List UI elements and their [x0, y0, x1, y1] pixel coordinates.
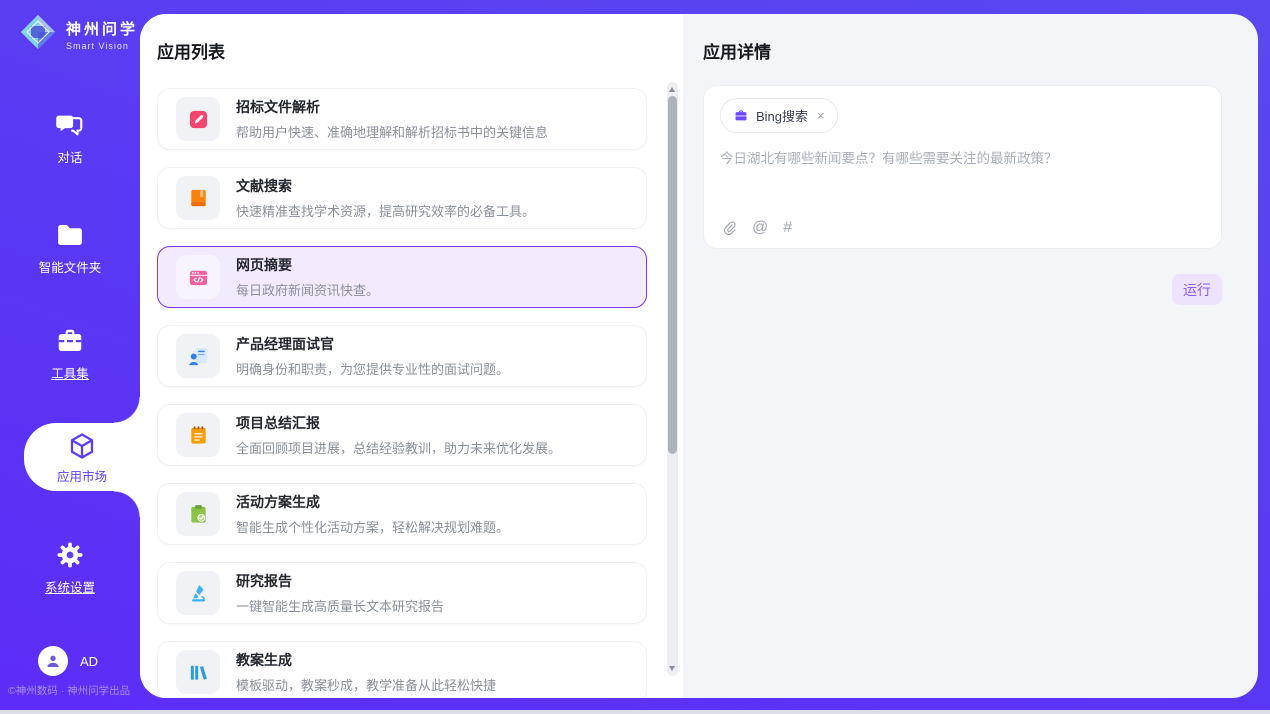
tag-close-icon[interactable]: × [817, 108, 825, 123]
sidebar: 神州问学 Smart Vision 对话 智能文件夹 [0, 0, 140, 710]
browser-code-icon [176, 255, 220, 299]
app-card-desc: 智能生成个性化活动方案，轻松解决规划难题。 [236, 517, 509, 536]
interviewer-icon [176, 334, 220, 378]
app-card-title: 教案生成 [236, 650, 496, 670]
notepad-icon [176, 413, 220, 457]
app-card-project-summary[interactable]: 项目总结汇报 全面回顾项目进展，总结经验教训，助力未来优化发展。 [157, 404, 647, 466]
app-card-desc: 模板驱动，教案秒成，教学准备从此轻松快捷 [236, 675, 496, 694]
app-list-panel: 应用列表 招标文件解析 帮助用户快速、准确地理解和解析招标书中的关键信息 [140, 14, 683, 698]
cube-icon [67, 431, 97, 461]
logo-gem-icon [18, 12, 58, 57]
app-card-title: 产品经理面试官 [236, 334, 509, 354]
avatar [38, 646, 68, 676]
app-card-desc: 快速精准查找学术资源，提高研究效率的必备工具。 [236, 201, 535, 220]
scroll-down-icon[interactable] [669, 666, 675, 671]
scroll-up-icon[interactable] [669, 87, 675, 92]
briefcase-icon [733, 108, 749, 124]
attachment-icon[interactable] [721, 219, 737, 236]
chat-icon [55, 110, 85, 140]
app-card-desc: 明确身份和职责，为您提供专业性的面试问题。 [236, 359, 509, 378]
app-card-literature-search[interactable]: 文献搜索 快速精准查找学术资源，提高研究效率的必备工具。 [157, 167, 647, 229]
window-bottom-edge [0, 710, 1270, 714]
sidebar-item-app-market[interactable]: 应用市场 [24, 423, 140, 491]
sidebar-item-smart-folder[interactable]: 智能文件夹 [0, 220, 140, 277]
mention-icon[interactable]: @ [752, 220, 768, 236]
app-detail-panel: 应用详情 Bing搜索 × @ [683, 14, 1258, 698]
sidebar-item-settings[interactable]: 系统设置 [0, 540, 140, 597]
hashtag-icon[interactable]: # [783, 220, 792, 236]
app-card-web-summary[interactable]: 网页摘要 每日政府新闻资讯快查。 [157, 246, 647, 308]
book-icon [176, 176, 220, 220]
app-card-lesson-plan[interactable]: 教案生成 模板驱动，教案秒成，教学准备从此轻松快捷 [157, 641, 647, 698]
copyright-footer: ©神州数码 · 神州问学出品 [8, 683, 130, 698]
sidebar-item-toolbox[interactable]: 工具集 [0, 326, 140, 383]
folder-icon [55, 220, 85, 250]
app-card-title: 招标文件解析 [236, 97, 548, 117]
main-container: 应用列表 招标文件解析 帮助用户快速、准确地理解和解析招标书中的关键信息 [140, 14, 1258, 698]
prompt-composer: Bing搜索 × @ # [703, 85, 1222, 249]
app-card-title: 文献搜索 [236, 176, 535, 196]
app-card-desc: 全面回顾项目进展，总结经验教训，助力未来优化发展。 [236, 438, 561, 457]
tool-tag-label: Bing搜索 [756, 106, 808, 125]
app-subtitle: Smart Vision [66, 41, 138, 51]
composer-toolbar: @ # [721, 219, 792, 236]
app-card-list: 招标文件解析 帮助用户快速、准确地理解和解析招标书中的关键信息 文献搜索 快速精… [157, 88, 647, 698]
app-card-research-report[interactable]: 研究报告 一键智能生成高质量长文本研究报告 [157, 562, 647, 624]
app-detail-title: 应用详情 [703, 38, 1222, 63]
app-card-event-plan[interactable]: 活动方案生成 智能生成个性化活动方案，轻松解决规划难题。 [157, 483, 647, 545]
app-card-desc: 每日政府新闻资讯快查。 [236, 280, 379, 299]
clipboard-check-icon [176, 492, 220, 536]
app-card-bid-analysis[interactable]: 招标文件解析 帮助用户快速、准确地理解和解析招标书中的关键信息 [157, 88, 647, 150]
app-logo: 神州问学 Smart Vision [18, 12, 138, 57]
sidebar-item-chat[interactable]: 对话 [0, 110, 140, 167]
sidebar-item-label: 对话 [57, 151, 82, 165]
sidebar-item-label: 应用市场 [57, 470, 107, 484]
gear-icon [55, 540, 85, 570]
edit-document-icon [176, 97, 220, 141]
app-card-title: 项目总结汇报 [236, 413, 561, 433]
app-title: 神州问学 [66, 18, 138, 39]
tool-tag-bing-search[interactable]: Bing搜索 × [720, 98, 838, 133]
app-card-desc: 一键智能生成高质量长文本研究报告 [236, 596, 444, 615]
sidebar-item-label: 工具集 [51, 367, 89, 381]
app-card-desc: 帮助用户快速、准确地理解和解析招标书中的关键信息 [236, 122, 548, 141]
user-initials: AD [80, 654, 98, 669]
sidebar-item-label: 智能文件夹 [39, 261, 102, 275]
app-list-title: 应用列表 [157, 38, 683, 63]
books-icon [176, 650, 220, 694]
app-card-pm-interviewer[interactable]: 产品经理面试官 明确身份和职责，为您提供专业性的面试问题。 [157, 325, 647, 387]
app-card-title: 研究报告 [236, 571, 444, 591]
prompt-input[interactable] [720, 147, 1205, 199]
toolbox-icon [55, 326, 85, 356]
run-button[interactable]: 运行 [1172, 274, 1222, 305]
scrollbar-thumb[interactable] [668, 96, 677, 454]
microscope-icon [176, 571, 220, 615]
app-card-title: 网页摘要 [236, 255, 379, 275]
app-list-scrollbar[interactable] [667, 82, 678, 676]
app-card-title: 活动方案生成 [236, 492, 509, 512]
user-account[interactable]: AD [38, 646, 98, 676]
sidebar-item-label: 系统设置 [45, 581, 95, 595]
